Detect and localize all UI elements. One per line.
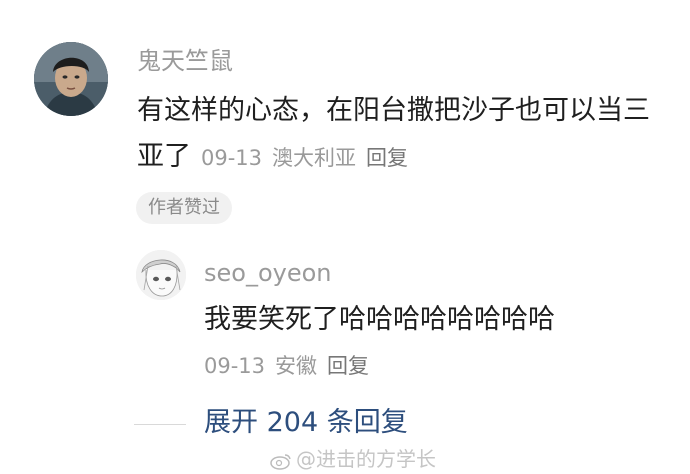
comment-body: 有这样的心态，在阳台撒把沙子也可以当三亚了 09-13 澳大利亚 回复 xyxy=(137,88,667,181)
user-avatar[interactable] xyxy=(34,42,108,116)
person-avatar-icon xyxy=(34,42,108,116)
reply-text: 我要笑死了哈哈哈哈哈哈哈哈 xyxy=(204,304,555,335)
reply-username[interactable]: seo_oyeon xyxy=(204,256,332,290)
watermark: @进击的方学长 xyxy=(270,446,436,472)
expand-replies-button[interactable]: 展开 204 条回复 xyxy=(204,404,408,442)
reply-reply-button[interactable]: 回复 xyxy=(327,354,369,378)
author-liked-badge: 作者赞过 xyxy=(136,192,232,224)
reply-avatar[interactable] xyxy=(136,250,186,300)
anime-sketch-avatar-icon xyxy=(136,250,186,300)
reply-location: 安徽 xyxy=(275,354,318,378)
expand-divider xyxy=(134,424,186,425)
comment-username[interactable]: 鬼天竺鼠 xyxy=(137,44,233,78)
reply-meta: 09-13 安徽 回复 xyxy=(204,350,379,382)
watermark-text: @进击的方学长 xyxy=(296,447,436,471)
comment-meta: 09-13 澳大利亚 回复 xyxy=(201,146,418,170)
weibo-logo-icon xyxy=(270,452,292,470)
reply-date: 09-13 xyxy=(204,354,266,378)
comment-date: 09-13 xyxy=(201,146,263,170)
comment-location: 澳大利亚 xyxy=(272,146,357,170)
comment-reply-button[interactable]: 回复 xyxy=(366,146,408,170)
